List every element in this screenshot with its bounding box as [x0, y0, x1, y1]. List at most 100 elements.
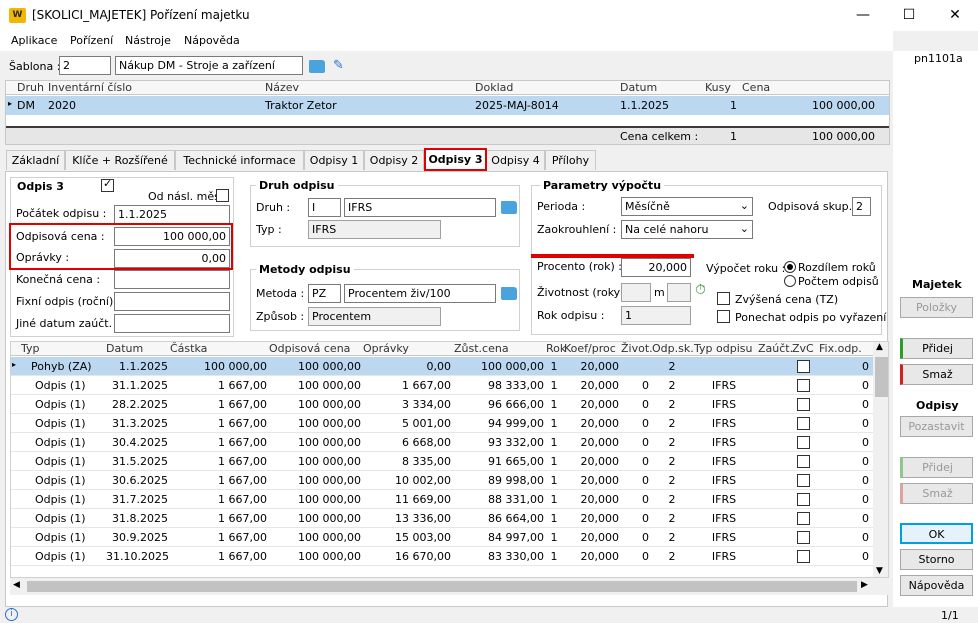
tab-odpisy4[interactable]: Odpisy 4 [486, 150, 545, 170]
metoda-code-input[interactable]: PZ [308, 284, 341, 303]
adj-input[interactable]: 0,00 [114, 249, 230, 268]
storno-button[interactable]: Storno [900, 549, 973, 570]
napoveda-button[interactable]: Nápověda [900, 575, 973, 596]
grid-col-12[interactable]: ZvC [792, 342, 814, 355]
grid-row[interactable]: Odpis (1) 28.2.2025 1 667,00 100 000,00 3 33… [11, 395, 873, 414]
close-button[interactable]: ✕ [932, 0, 978, 31]
hscroll-thumb[interactable] [27, 581, 857, 592]
metoda-name-input[interactable]: Procentem živ/100 [344, 284, 496, 303]
grid-row[interactable]: Odpis (1) 31.7.2025 1 667,00 100 000,00 11 6… [11, 490, 873, 509]
grid-row[interactable]: Odpis (1) 31.10.2025 1 667,00 100 000,00 16 … [11, 547, 873, 566]
zvc-checkbox[interactable] [797, 455, 810, 468]
menu-porizeni[interactable]: Pořízení [70, 34, 113, 47]
tab-odpisy1[interactable]: Odpisy 1 [304, 150, 364, 170]
druh-folder-icon[interactable] [501, 201, 517, 214]
polozky-button[interactable]: Položky [900, 297, 973, 318]
grid-col-2[interactable]: Částka [170, 342, 207, 355]
zvc-checkbox[interactable] [797, 550, 810, 563]
zvc-checkbox[interactable] [797, 531, 810, 544]
scroll-down-icon[interactable]: ▼ [876, 566, 883, 576]
zvc-checkbox[interactable] [797, 398, 810, 411]
pct-input[interactable]: 20,000 [621, 258, 691, 277]
col-kusy[interactable]: Kusy [705, 81, 731, 94]
tab-zakladni[interactable]: Základní [6, 150, 65, 170]
col-nazev[interactable]: Název [265, 81, 299, 94]
pridej-odpis-button[interactable]: Přidej [900, 457, 973, 478]
col-cena[interactable]: Cena [742, 81, 770, 94]
vertical-scrollbar[interactable]: ▲ ▼ [873, 342, 888, 577]
radio-poctem[interactable] [784, 275, 796, 287]
tab-klice[interactable]: Klíče + Rozšířené [65, 150, 175, 170]
grid-row[interactable]: Odpis (1) 31.3.2025 1 667,00 100 000,00 5 00… [11, 414, 873, 433]
info-icon[interactable]: i [5, 608, 18, 621]
grid-col-1[interactable]: Datum [106, 342, 143, 355]
scroll-thumb[interactable] [875, 357, 888, 397]
menu-nastroje[interactable]: Nástroje [125, 34, 171, 47]
grid-row[interactable]: Odpis (1) 31.8.2025 1 667,00 100 000,00 13 3… [11, 509, 873, 528]
grid-row[interactable]: Odpis (1) 30.9.2025 1 667,00 100 000,00 15 0… [11, 528, 873, 547]
ponechat-checkbox[interactable] [717, 310, 730, 323]
tab-technicke[interactable]: Technické informace [175, 150, 304, 170]
start-input[interactable]: 1.1.2025 [114, 205, 230, 224]
grid-col-0[interactable]: Typ [21, 342, 40, 355]
asset-row[interactable]: ▸ DM 2020 Traktor Zetor 2025-MAJ-8014 1.… [6, 96, 889, 115]
zvc-checkbox[interactable] [797, 474, 810, 487]
zaokr-select[interactable]: Na celé nahoru ⌄ [621, 220, 753, 239]
grid-col-4[interactable]: Oprávky [363, 342, 409, 355]
tab-odpisy3[interactable]: Odpisy 3 [424, 148, 487, 171]
perioda-select[interactable]: Měsíčně ⌄ [621, 197, 753, 216]
scroll-right-icon[interactable]: ▶ [861, 580, 868, 590]
maximize-button[interactable]: ☐ [886, 0, 932, 31]
grid-row[interactable]: Odpis (1) 31.1.2025 1 667,00 100 000,00 1 66… [11, 376, 873, 395]
other-date-input[interactable] [114, 314, 230, 333]
grid-col-3[interactable]: Odpisová cena [269, 342, 350, 355]
horizontal-scrollbar[interactable]: ◀ ▶ [10, 578, 889, 595]
grid-col-11[interactable]: Zaúčt. [758, 342, 793, 355]
zvc-checkbox[interactable] [797, 417, 810, 430]
grid-col-5[interactable]: Zůst.cena [454, 342, 509, 355]
tab-odpisy2[interactable]: Odpisy 2 [364, 150, 424, 170]
sablona-name-input[interactable]: Nákup DM - Stroje a zařízení [115, 56, 303, 75]
zivot-years[interactable] [621, 283, 651, 302]
zvc-checkbox[interactable] [797, 379, 810, 392]
final-input[interactable] [114, 270, 230, 289]
cost-input[interactable]: 100 000,00 [114, 227, 230, 246]
scroll-up-icon[interactable]: ▲ [876, 342, 883, 352]
grid-col-9[interactable]: Odp.sk. [652, 342, 694, 355]
calendar-icon[interactable]: ⏱ [695, 282, 706, 298]
col-doklad[interactable]: Doklad [475, 81, 513, 94]
grid-row[interactable]: ▸ Pohyb (ZA) 1.1.2025 100 000,00 100 000,00 0… [11, 357, 873, 376]
pencil-icon[interactable]: ✎ [333, 58, 344, 73]
radio-rozdilem[interactable] [784, 261, 796, 273]
col-inv[interactable]: Inventární číslo [48, 81, 132, 94]
menu-aplikace[interactable]: Aplikace [11, 34, 57, 47]
ok-button[interactable]: OK [900, 523, 973, 544]
grid-row[interactable]: Odpis (1) 31.5.2025 1 667,00 100 000,00 8 33… [11, 452, 873, 471]
col-druh[interactable]: Druh [17, 81, 44, 94]
pozastavit-button[interactable]: Pozastavit [900, 416, 973, 437]
zivot-months[interactable] [667, 283, 691, 302]
fixed-input[interactable] [114, 292, 230, 311]
sablona-num-input[interactable]: 2 [59, 56, 111, 75]
grid-row[interactable]: Odpis (1) 30.4.2025 1 667,00 100 000,00 6 66… [11, 433, 873, 452]
col-datum[interactable]: Datum [620, 81, 657, 94]
grid-col-7[interactable]: Koef/proc [564, 342, 616, 355]
zvc-checkbox[interactable] [797, 512, 810, 525]
skup-input[interactable]: 2 [852, 197, 871, 216]
zvc-checkbox[interactable] [797, 493, 810, 506]
grid-col-10[interactable]: Typ odpisu [694, 342, 752, 355]
minimize-button[interactable]: — [840, 0, 886, 31]
druh-name-input[interactable]: IFRS [344, 198, 496, 217]
menu-napoveda[interactable]: Nápověda [184, 34, 240, 47]
zvc-checkbox[interactable] [797, 360, 810, 373]
folder-icon[interactable] [309, 60, 325, 73]
smaz-odpis-button[interactable]: Smaž [900, 483, 973, 504]
metoda-folder-icon[interactable] [501, 287, 517, 300]
pridej-button[interactable]: Přidej [900, 338, 973, 359]
next-month-checkbox[interactable] [216, 189, 229, 202]
grid-col-13[interactable]: Fix.odp. [819, 342, 862, 355]
odpis-enabled-checkbox[interactable]: ✓ [101, 177, 114, 192]
zvysena-checkbox[interactable] [717, 292, 730, 305]
scroll-left-icon[interactable]: ◀ [13, 580, 20, 590]
grid-col-8[interactable]: Život. [621, 342, 653, 355]
